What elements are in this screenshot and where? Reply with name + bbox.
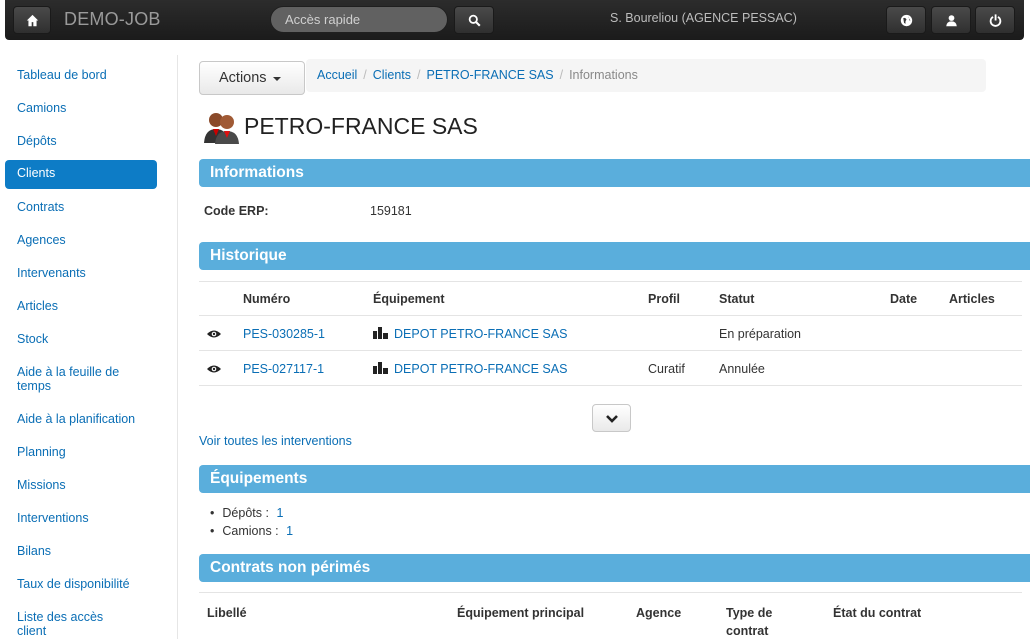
page-title: PETRO-FRANCE SAS bbox=[244, 113, 478, 139]
globe-icon bbox=[900, 14, 912, 26]
language-button[interactable] bbox=[886, 6, 926, 34]
breadcrumb-clients[interactable]: Clients bbox=[373, 68, 411, 82]
load-more-button[interactable] bbox=[592, 404, 631, 432]
camions-count-link[interactable]: 1 bbox=[286, 524, 293, 538]
sidebar-item-bilans[interactable]: Bilans bbox=[5, 538, 157, 567]
home-button[interactable] bbox=[13, 6, 51, 34]
top-navbar: DEMO-JOB Accès rapide S. Boureliou (AGEN… bbox=[5, 0, 1024, 40]
depots-label: Dépôts : bbox=[222, 506, 269, 520]
sidebar-item-liste-acces-client[interactable]: Liste des accès client bbox=[5, 604, 123, 639]
see-all-interventions-link[interactable]: Voir toutes les interventions bbox=[199, 434, 352, 448]
sidebar-item-aide-planification[interactable]: Aide à la planification bbox=[5, 406, 157, 435]
col-statut: Statut bbox=[719, 292, 755, 306]
col-date: Date bbox=[890, 292, 918, 306]
depot-icon bbox=[373, 327, 388, 339]
depot-icon bbox=[373, 362, 388, 374]
sidebar-item-contrats[interactable]: Contrats bbox=[5, 194, 157, 223]
sidebar-item-agences[interactable]: Agences bbox=[5, 227, 157, 256]
equipements-list: Dépôts : 1 Camions : 1 bbox=[210, 504, 293, 540]
historique-table: Numéro Équipement Profil Statut Date Art… bbox=[199, 281, 1022, 386]
breadcrumb-client[interactable]: PETRO-FRANCE SAS bbox=[426, 68, 553, 82]
user-icon bbox=[945, 14, 957, 26]
breadcrumb: Accueil / Clients / PETRO-FRANCE SAS / Informa… bbox=[306, 59, 986, 92]
sidebar-item-interventions[interactable]: Interventions bbox=[5, 505, 157, 534]
equipement-label: DEPOT PETRO-FRANCE SAS bbox=[394, 362, 568, 376]
actions-label: Actions bbox=[219, 70, 267, 86]
statut-cell: En préparation bbox=[719, 327, 802, 341]
app-brand[interactable]: DEMO-JOB bbox=[64, 9, 161, 30]
table-row: PES-030285-1 DEPOT PETRO-FRANCE SAS En p… bbox=[199, 316, 1022, 351]
table-header: Numéro Équipement Profil Statut Date Art… bbox=[199, 281, 1022, 316]
sidebar-item-stock[interactable]: Stock bbox=[5, 326, 157, 355]
code-erp-value: 159181 bbox=[370, 204, 412, 218]
col-equipement: Équipement bbox=[373, 292, 445, 306]
section-historique: Historique bbox=[199, 242, 1030, 270]
equipement-label: DEPOT PETRO-FRANCE SAS bbox=[394, 327, 568, 341]
power-icon bbox=[989, 13, 1001, 27]
search-icon bbox=[468, 14, 481, 27]
profil-cell: Curatif bbox=[648, 362, 685, 376]
current-user: S. Boureliou (AGENCE PESSAC) bbox=[610, 11, 797, 25]
eye-icon[interactable] bbox=[207, 328, 221, 342]
sidebar-item-aide-feuille-temps[interactable]: Aide à la feuille de temps bbox=[5, 359, 135, 399]
code-erp-label: Code ERP: bbox=[204, 204, 269, 218]
list-item: Dépôts : 1 bbox=[210, 504, 293, 522]
sidebar-item-tableau-de-bord[interactable]: Tableau de bord bbox=[5, 62, 157, 91]
search-button[interactable] bbox=[454, 6, 494, 34]
section-contrats: Contrats non périmés bbox=[199, 554, 1030, 582]
col-libelle: Libellé bbox=[207, 606, 247, 620]
section-informations: Informations bbox=[199, 159, 1030, 187]
depots-count-link[interactable]: 1 bbox=[276, 506, 283, 520]
sidebar-item-depots[interactable]: Dépôts bbox=[5, 128, 157, 157]
section-equipements: Équipements bbox=[199, 465, 1030, 493]
eye-icon[interactable] bbox=[207, 363, 221, 377]
profile-button[interactable] bbox=[931, 6, 971, 34]
col-profil: Profil bbox=[648, 292, 680, 306]
contrats-table-header: Libellé Équipement principal Agence Type… bbox=[199, 592, 1022, 639]
quick-access-input[interactable]: Accès rapide bbox=[270, 6, 448, 33]
camions-label: Camions : bbox=[222, 524, 279, 538]
sidebar-item-intervenants[interactable]: Intervenants bbox=[5, 260, 157, 289]
statut-cell: Annulée bbox=[719, 362, 765, 376]
sidebar-item-clients[interactable]: Clients bbox=[5, 160, 157, 189]
breadcrumb-accueil[interactable]: Accueil bbox=[317, 68, 357, 82]
col-equipement-principal: Équipement principal bbox=[457, 606, 585, 620]
table-row: PES-027117-1 DEPOT PETRO-FRANCE SAS Cura… bbox=[199, 351, 1022, 386]
caret-down-icon bbox=[272, 77, 281, 81]
actions-dropdown-button[interactable]: Actions bbox=[199, 61, 305, 95]
equipement-link[interactable]: DEPOT PETRO-FRANCE SAS bbox=[373, 362, 567, 376]
col-etat-contrat: État du contrat bbox=[833, 606, 922, 620]
home-icon bbox=[26, 14, 38, 26]
col-type-contrat: Type de contrat bbox=[726, 606, 773, 638]
col-agence: Agence bbox=[636, 606, 682, 620]
chevron-down-icon bbox=[605, 414, 618, 423]
sidebar: Tableau de bord Camions Dépôts Clients C… bbox=[0, 55, 178, 639]
sidebar-item-camions[interactable]: Camions bbox=[5, 95, 157, 124]
sidebar-item-planning[interactable]: Planning bbox=[5, 439, 157, 468]
sidebar-item-articles[interactable]: Articles bbox=[5, 293, 157, 322]
sidebar-item-missions[interactable]: Missions bbox=[5, 472, 157, 501]
equipement-link[interactable]: DEPOT PETRO-FRANCE SAS bbox=[373, 327, 567, 341]
col-numero: Numéro bbox=[243, 292, 291, 306]
intervention-link[interactable]: PES-027117-1 bbox=[243, 362, 324, 376]
sidebar-item-taux-disponibilite[interactable]: Taux de disponibilité bbox=[5, 571, 157, 600]
intervention-link[interactable]: PES-030285-1 bbox=[243, 327, 325, 341]
col-articles: Articles bbox=[949, 292, 995, 306]
clients-icon bbox=[204, 113, 239, 144]
breadcrumb-current: Informations bbox=[569, 68, 638, 82]
logout-button[interactable] bbox=[975, 6, 1015, 34]
list-item: Camions : 1 bbox=[210, 522, 293, 540]
